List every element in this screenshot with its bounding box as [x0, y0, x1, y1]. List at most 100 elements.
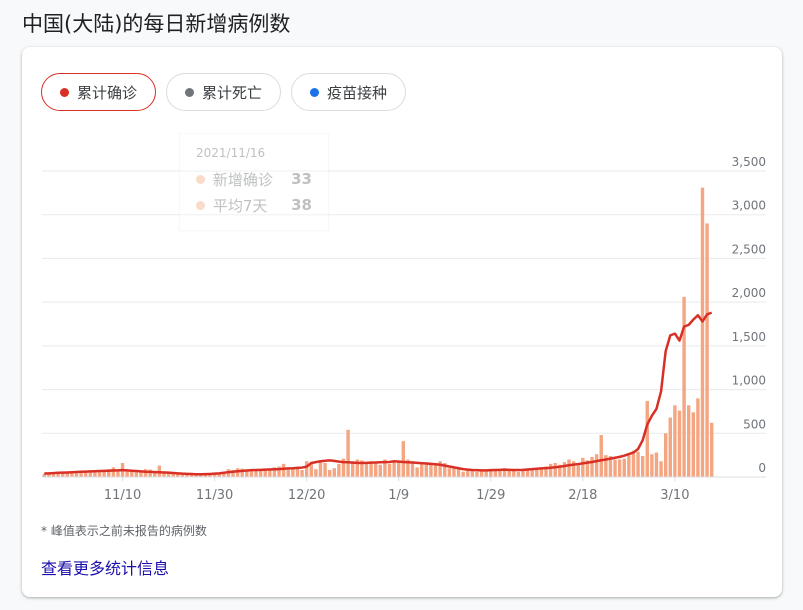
bar	[346, 429, 350, 477]
daily-cases-chart[interactable]: 3,500 3,000 2,500 2,000 1,500 1,000 500 0 11/10 1…	[22, 47, 782, 517]
y-tick-label: 3,000	[732, 199, 766, 213]
y-tick-label: 2,500	[732, 242, 766, 256]
bar	[548, 463, 553, 477]
bar	[576, 463, 580, 477]
bar	[594, 454, 599, 477]
bar	[691, 412, 695, 477]
bar	[516, 471, 521, 477]
bar	[466, 470, 470, 477]
bar	[323, 463, 327, 477]
bar	[590, 456, 594, 477]
tooltip-row-new: 新增确诊 33	[196, 166, 312, 192]
bar	[567, 459, 571, 477]
bar	[599, 435, 603, 477]
x-tick-label: 3/10	[660, 488, 689, 503]
bar	[130, 471, 134, 477]
bar	[673, 405, 677, 477]
bar	[705, 223, 709, 477]
bar	[314, 469, 318, 477]
bar	[613, 459, 617, 477]
bar	[677, 410, 682, 477]
bar	[617, 459, 622, 477]
bar	[696, 398, 700, 477]
legend-dot-icon	[196, 174, 205, 184]
bar	[622, 458, 626, 477]
bar	[470, 470, 475, 477]
bar	[650, 454, 654, 477]
bar	[401, 441, 406, 477]
bar	[456, 469, 461, 477]
x-tick-label: 11/30	[196, 488, 233, 503]
bar	[304, 461, 309, 477]
bar	[65, 473, 70, 477]
bar	[654, 452, 659, 477]
tooltip-label: 平均7天	[212, 196, 268, 215]
y-tick-label: 1,500	[732, 330, 766, 344]
bar	[631, 450, 636, 477]
x-tick-label: 12/20	[288, 488, 325, 503]
bar	[332, 468, 336, 477]
bar	[373, 462, 378, 477]
bar	[364, 463, 369, 477]
bar	[309, 463, 313, 477]
bar	[286, 469, 290, 477]
tooltip-date: 2021/11/16	[196, 146, 266, 160]
bar	[143, 469, 148, 477]
footnote: * 峰值表示之前未报告的病例数	[41, 524, 207, 538]
bar	[461, 471, 465, 477]
bar	[663, 433, 668, 477]
bar	[327, 470, 332, 477]
x-tick-label: 1/29	[476, 488, 505, 503]
bar	[235, 468, 240, 477]
y-tick-label: 1,000	[732, 374, 766, 388]
bar	[636, 451, 640, 477]
bar	[553, 463, 557, 477]
chart-card: 累计确诊 累计死亡 疫苗接种 3,500 3,000 2,500 2,000 1,500…	[22, 47, 782, 597]
bar	[562, 462, 567, 477]
legend-dot-icon	[196, 200, 205, 210]
bar	[281, 463, 286, 477]
bar	[337, 463, 341, 477]
bar	[300, 470, 304, 477]
y-tick-label: 0	[758, 461, 766, 475]
bar	[521, 470, 525, 477]
x-tick-label: 1/9	[388, 488, 409, 503]
bar	[525, 470, 530, 477]
bar	[700, 187, 705, 477]
bar	[125, 470, 129, 477]
bar	[415, 467, 419, 477]
bar	[645, 400, 649, 477]
bar	[659, 461, 663, 477]
x-tick-label: 11/10	[104, 488, 141, 503]
y-tick-label: 2,000	[732, 286, 766, 300]
more-stats-link[interactable]: 查看更多统计信息	[41, 555, 169, 579]
bar	[420, 463, 424, 477]
bar	[79, 473, 83, 477]
bar	[429, 463, 433, 477]
page-title: 中国(大陆)的每日新增病例数	[22, 12, 291, 36]
bar	[686, 405, 691, 477]
bar	[475, 471, 479, 477]
bar	[581, 457, 585, 477]
bar	[318, 462, 323, 477]
bar	[498, 470, 502, 477]
tooltip-row-avg: 平均7天 38	[196, 192, 312, 218]
bar	[627, 455, 631, 477]
bar	[484, 470, 488, 477]
bar	[668, 417, 672, 477]
tooltip-value: 33	[291, 170, 312, 188]
avg-line	[44, 311, 713, 476]
tooltip-label: 新增确诊	[212, 170, 273, 189]
hover-tooltip: 2021/11/16 新增确诊 33 平均7天 38	[179, 133, 329, 231]
bar	[97, 471, 102, 477]
bar	[640, 456, 645, 477]
bar	[258, 470, 263, 477]
bar	[433, 464, 438, 477]
bar	[387, 463, 392, 477]
bar	[392, 462, 396, 477]
bar	[709, 422, 714, 477]
y-tick-label: 3,500	[732, 155, 766, 169]
bar	[378, 464, 383, 477]
bar	[447, 468, 452, 477]
y-tick-label: 500	[743, 417, 766, 431]
